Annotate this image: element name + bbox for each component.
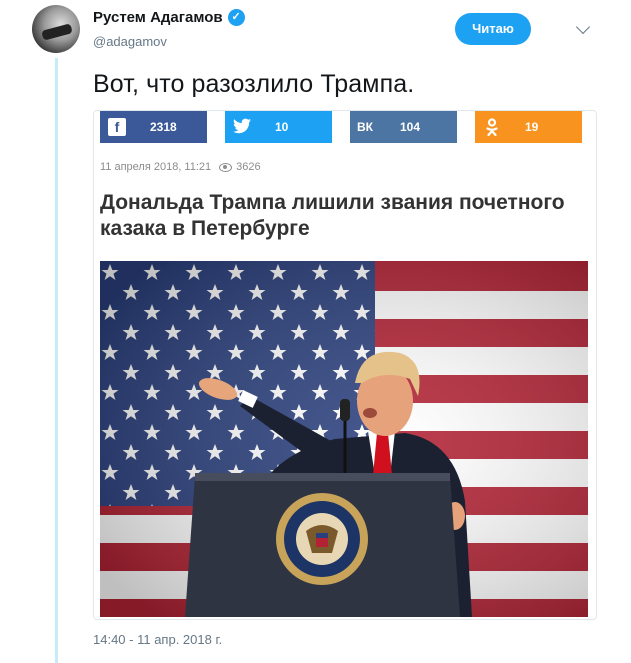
facebook-icon: f <box>108 118 126 136</box>
article-date: 11 апреля 2018, 11:21 <box>100 161 212 173</box>
author-name-row[interactable]: Рустем Адагамов ✓ <box>93 9 245 26</box>
article-views: 3626 <box>236 161 261 173</box>
article-meta: 11 апреля 2018, 11:21 3626 <box>100 161 261 173</box>
eye-icon <box>219 162 233 172</box>
odnoklassniki-share-count: 19 <box>525 120 539 134</box>
chevron-down-icon[interactable] <box>575 19 591 35</box>
odnoklassniki-share-button[interactable]: 19 <box>475 111 582 143</box>
twitter-share-count: 10 <box>275 120 289 134</box>
verified-badge-icon: ✓ <box>227 9 245 26</box>
share-bar: f 2318 10 ВК 104 19 <box>100 111 582 143</box>
thread-line <box>55 58 58 663</box>
tweet-timestamp[interactable]: 14:40 - 11 апр. 2018 г. <box>93 632 222 647</box>
facebook-share-count: 2318 <box>150 120 177 134</box>
odnoklassniki-icon <box>483 118 501 137</box>
facebook-share-button[interactable]: f 2318 <box>100 111 207 143</box>
author-handle[interactable]: @adagamov <box>93 34 167 49</box>
tweet-text: Вот, что разозлило Трампа. <box>93 70 415 98</box>
vk-share-count: 104 <box>400 120 421 134</box>
twitter-share-button[interactable]: 10 <box>225 111 332 143</box>
author-name[interactable]: Рустем Адагамов <box>93 9 223 26</box>
twitter-bird-icon <box>233 118 251 136</box>
article-photo[interactable] <box>100 261 588 617</box>
article-headline[interactable]: Дональда Трампа лишили звания почетного … <box>100 190 570 242</box>
follow-button[interactable]: Читаю <box>455 13 531 45</box>
vk-share-button[interactable]: ВК 104 <box>350 111 457 143</box>
link-card[interactable]: f 2318 10 ВК 104 19 11 апреля 2018, 11:2… <box>93 110 597 620</box>
avatar[interactable] <box>32 5 80 53</box>
vk-icon: ВК <box>357 120 373 134</box>
